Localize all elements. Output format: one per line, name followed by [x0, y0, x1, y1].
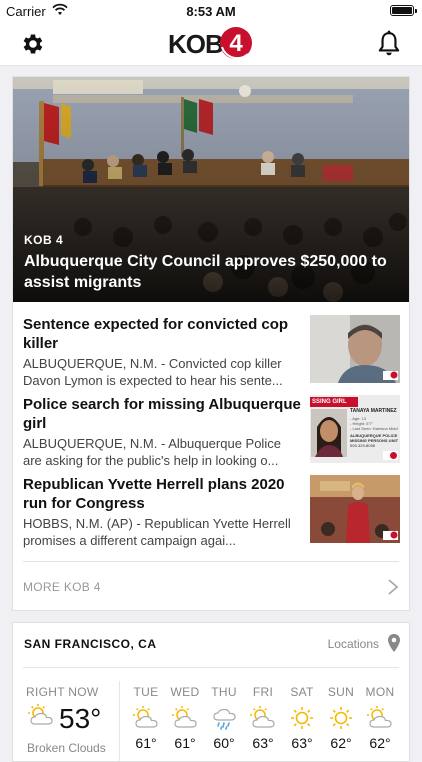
hero-story[interactable]: KOB 4 Albuquerque City Council approves …	[13, 77, 409, 302]
forecast-day: TUE 61°	[129, 685, 163, 751]
forecast-day-label: WED	[170, 685, 200, 699]
sun-icon	[291, 707, 313, 729]
weather-card[interactable]: SAN FRANCISCO, CA Locations RIGHT NOW 53…	[12, 622, 410, 762]
logo-text: KOB	[168, 29, 224, 59]
forecast-day-label: MON	[365, 685, 395, 699]
story-title: Police search for missing Albuquerque gi…	[23, 396, 301, 432]
logo-4-badge: 4	[220, 27, 252, 60]
forecast-temp: 63°	[291, 735, 313, 751]
partly-cloudy-icon	[172, 706, 197, 728]
story-item[interactable]: Police search for missing Albuquerque gi…	[23, 395, 400, 468]
story-summary: ALBUQUERQUE, N.M. - Convicted cop killer…	[23, 356, 283, 388]
forecast-temp: 61°	[174, 735, 196, 751]
forecast-day: MON 62°	[363, 685, 397, 751]
forecast-day-label: FRI	[252, 685, 274, 699]
forecast-day: SAT 63°	[285, 685, 319, 751]
forecast-temp: 62°	[330, 735, 352, 751]
forecast-day-label: SAT	[290, 685, 314, 699]
weather-divider	[23, 667, 399, 668]
story-title: Sentence expected for convicted cop kill…	[23, 316, 289, 352]
story-thumbnail: SSING GIRL TANAYA MARTINEZ - Age: 13 - H…	[310, 395, 400, 463]
hero-title: Albuquerque City Council approves $250,0…	[24, 253, 387, 291]
locations-link[interactable]: Locations	[328, 637, 379, 651]
current-condition: Broken Clouds	[27, 741, 106, 755]
hero-tag: KOB 4	[24, 233, 64, 247]
kob4-bug	[383, 451, 398, 460]
current-temperature: 53°	[59, 703, 102, 734]
forecast-day: FRI 63°	[246, 685, 280, 751]
more-kob4-link[interactable]: MORE KOB 4	[23, 561, 399, 611]
missing-name: TANAYA MARTINEZ	[350, 408, 397, 414]
battery-icon	[390, 5, 417, 16]
story-thumbnail	[310, 315, 400, 383]
story-item[interactable]: Republican Yvette Herrell plans 2020 run…	[23, 475, 400, 548]
forecast-day: SUN 62°	[324, 685, 358, 751]
right-now-label: RIGHT NOW	[26, 685, 99, 699]
weather-city: SAN FRANCISCO, CA	[24, 637, 157, 651]
forecast-temp: 61°	[135, 735, 157, 751]
forecast-temp: 60°	[213, 735, 235, 751]
missing-girl-photo	[311, 409, 347, 457]
nav-bar: KOB 4	[0, 22, 422, 66]
story-title: Republican Yvette Herrell plans 2020 run…	[23, 476, 285, 512]
partly-cloudy-icon	[367, 706, 392, 728]
clock: 8:53 AM	[186, 4, 236, 19]
sun-icon	[330, 707, 352, 729]
gear-icon[interactable]	[20, 31, 46, 57]
forecast-day-label: SUN	[327, 685, 355, 699]
svg-text:4: 4	[229, 30, 243, 57]
location-pin-icon[interactable]	[387, 633, 401, 653]
forecast-day: WED 61°	[168, 685, 202, 751]
kob4-logo: KOB 4	[168, 25, 258, 63]
more-label: MORE KOB 4	[23, 580, 101, 594]
story-thumbnail	[310, 475, 400, 543]
chevron-right-icon	[388, 579, 399, 595]
missing-banner: SSING GIRL	[310, 397, 358, 407]
story-summary: ALBUQUERQUE, N.M. - Albuquerque Police a…	[23, 436, 281, 468]
partly-cloudy-icon	[133, 706, 158, 728]
missing-detail: 505-329-8098	[350, 443, 375, 448]
missing-detail: - Last Seen: Harrison Middle Scho	[350, 426, 398, 431]
forecast-day-label: THU	[211, 685, 237, 699]
news-card: KOB 4 Albuquerque City Council approves …	[12, 76, 410, 611]
forecast-temp: 63°	[252, 735, 274, 751]
weather-separator	[119, 681, 120, 761]
partly-cloudy-icon	[28, 704, 53, 725]
forecast-day-label: TUE	[133, 685, 159, 699]
story-summary: HOBBS, N.M. (AP) - Republican Yvette Her…	[23, 516, 291, 548]
story-item[interactable]: Sentence expected for convicted cop kill…	[23, 315, 400, 388]
partly-cloudy-icon	[250, 706, 275, 728]
forecast-temp: 62°	[369, 735, 391, 751]
forecast-day: THU 60°	[207, 685, 241, 751]
status-bar: Carrier 8:53 AM	[0, 0, 422, 22]
bell-icon[interactable]	[376, 30, 402, 58]
rain-icon	[213, 708, 236, 730]
